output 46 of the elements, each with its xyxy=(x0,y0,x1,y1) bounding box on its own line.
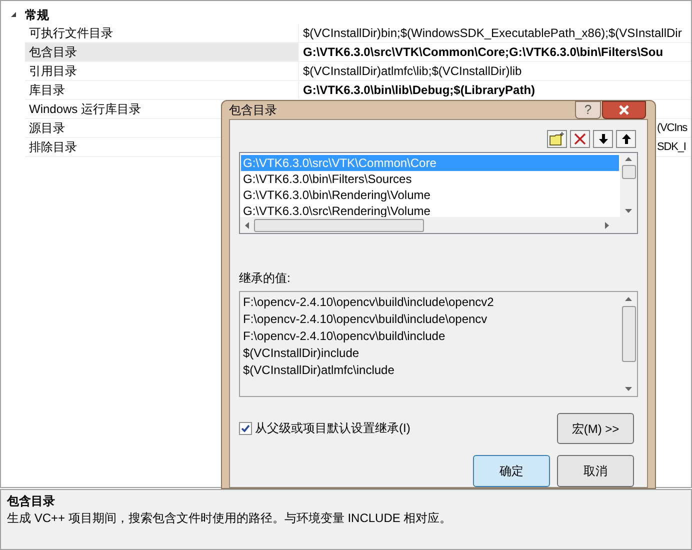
delete-button[interactable] xyxy=(570,130,590,148)
close-icon xyxy=(619,105,629,115)
property-name[interactable]: 可执行文件目录 xyxy=(25,24,298,43)
help-button[interactable]: ? xyxy=(575,101,601,119)
inherited-path: $(VCInstallDir)include xyxy=(243,345,360,362)
inherit-checkbox-label: 从父级或项目默认设置继承(I) xyxy=(255,420,410,437)
scroll-down-icon[interactable] xyxy=(625,209,632,213)
path-item[interactable]: G:\VTK6.3.0\bin\Filters\Sources xyxy=(241,171,619,187)
description-title: 包含目录 xyxy=(7,493,56,510)
property-value: G:\VTK6.3.0\src\VTK\Common\Core;G:\VTK6.3.0\bin\Filters\Sou xyxy=(303,45,664,59)
category-label: 常规 xyxy=(25,6,49,24)
description-text: 生成 VC++ 项目期间，搜索包含文件时使用的路径。与环境变量 INCLUDE 相对应。 xyxy=(7,510,453,527)
down-arrow-icon xyxy=(598,134,608,144)
scroll-left-icon[interactable] xyxy=(245,222,249,228)
property-value: $(VCInstallDir)bin;$(WindowsSDK_ExecutablePath_x86);$(VSInstallDir xyxy=(303,26,682,40)
inherited-values-label: 继承的值: xyxy=(239,270,292,287)
cancel-button[interactable]: 取消 xyxy=(557,455,634,487)
inherited-path: F:\opencv-2.4.10\opencv\build\include xyxy=(243,328,446,345)
scroll-right-icon[interactable] xyxy=(605,222,609,228)
move-down-button[interactable] xyxy=(593,130,613,148)
scroll-up-icon[interactable] xyxy=(625,297,632,301)
folder-icon xyxy=(549,132,565,146)
delete-icon xyxy=(574,133,586,145)
move-up-button[interactable] xyxy=(616,130,636,148)
property-value: SDK_I xyxy=(657,141,686,153)
inherited-path: $(VCInstallDir)atlmfc\include xyxy=(243,362,396,379)
path-item[interactable]: G:\VTK6.3.0\bin\Rendering\Volume xyxy=(241,187,619,203)
property-name[interactable]: 包含目录 xyxy=(25,43,298,62)
property-value: (VCIns xyxy=(657,122,688,134)
dialog-title: 包含目录 xyxy=(229,102,277,119)
horizontal-scrollbar[interactable] xyxy=(240,217,637,233)
macro-button[interactable]: 宏(M) >> xyxy=(557,413,634,444)
collapse-triangle-icon[interactable] xyxy=(10,11,16,18)
vertical-scrollbar[interactable] xyxy=(620,153,637,217)
property-value: $(VCInstallDir)atlmfc\lib;$(VCInstallDir)lib xyxy=(303,64,522,78)
property-name[interactable]: 库目录 xyxy=(25,81,298,100)
new-folder-button[interactable] xyxy=(547,130,567,148)
scroll-down-icon[interactable] xyxy=(625,387,632,391)
property-value: G:\VTK6.3.0\bin\lib\Debug;$(LibraryPath) xyxy=(303,83,536,97)
close-button[interactable] xyxy=(602,101,646,119)
ok-button[interactable]: 确定 xyxy=(473,455,550,487)
inherited-path: F:\opencv-2.4.10\opencv\build\include\opencv2 xyxy=(243,294,495,311)
inherited-path: F:\opencv-2.4.10\opencv\build\include\opencv xyxy=(243,311,488,328)
up-arrow-icon xyxy=(622,134,630,144)
scroll-up-icon[interactable] xyxy=(625,157,632,161)
inherit-checkbox[interactable] xyxy=(239,422,252,434)
